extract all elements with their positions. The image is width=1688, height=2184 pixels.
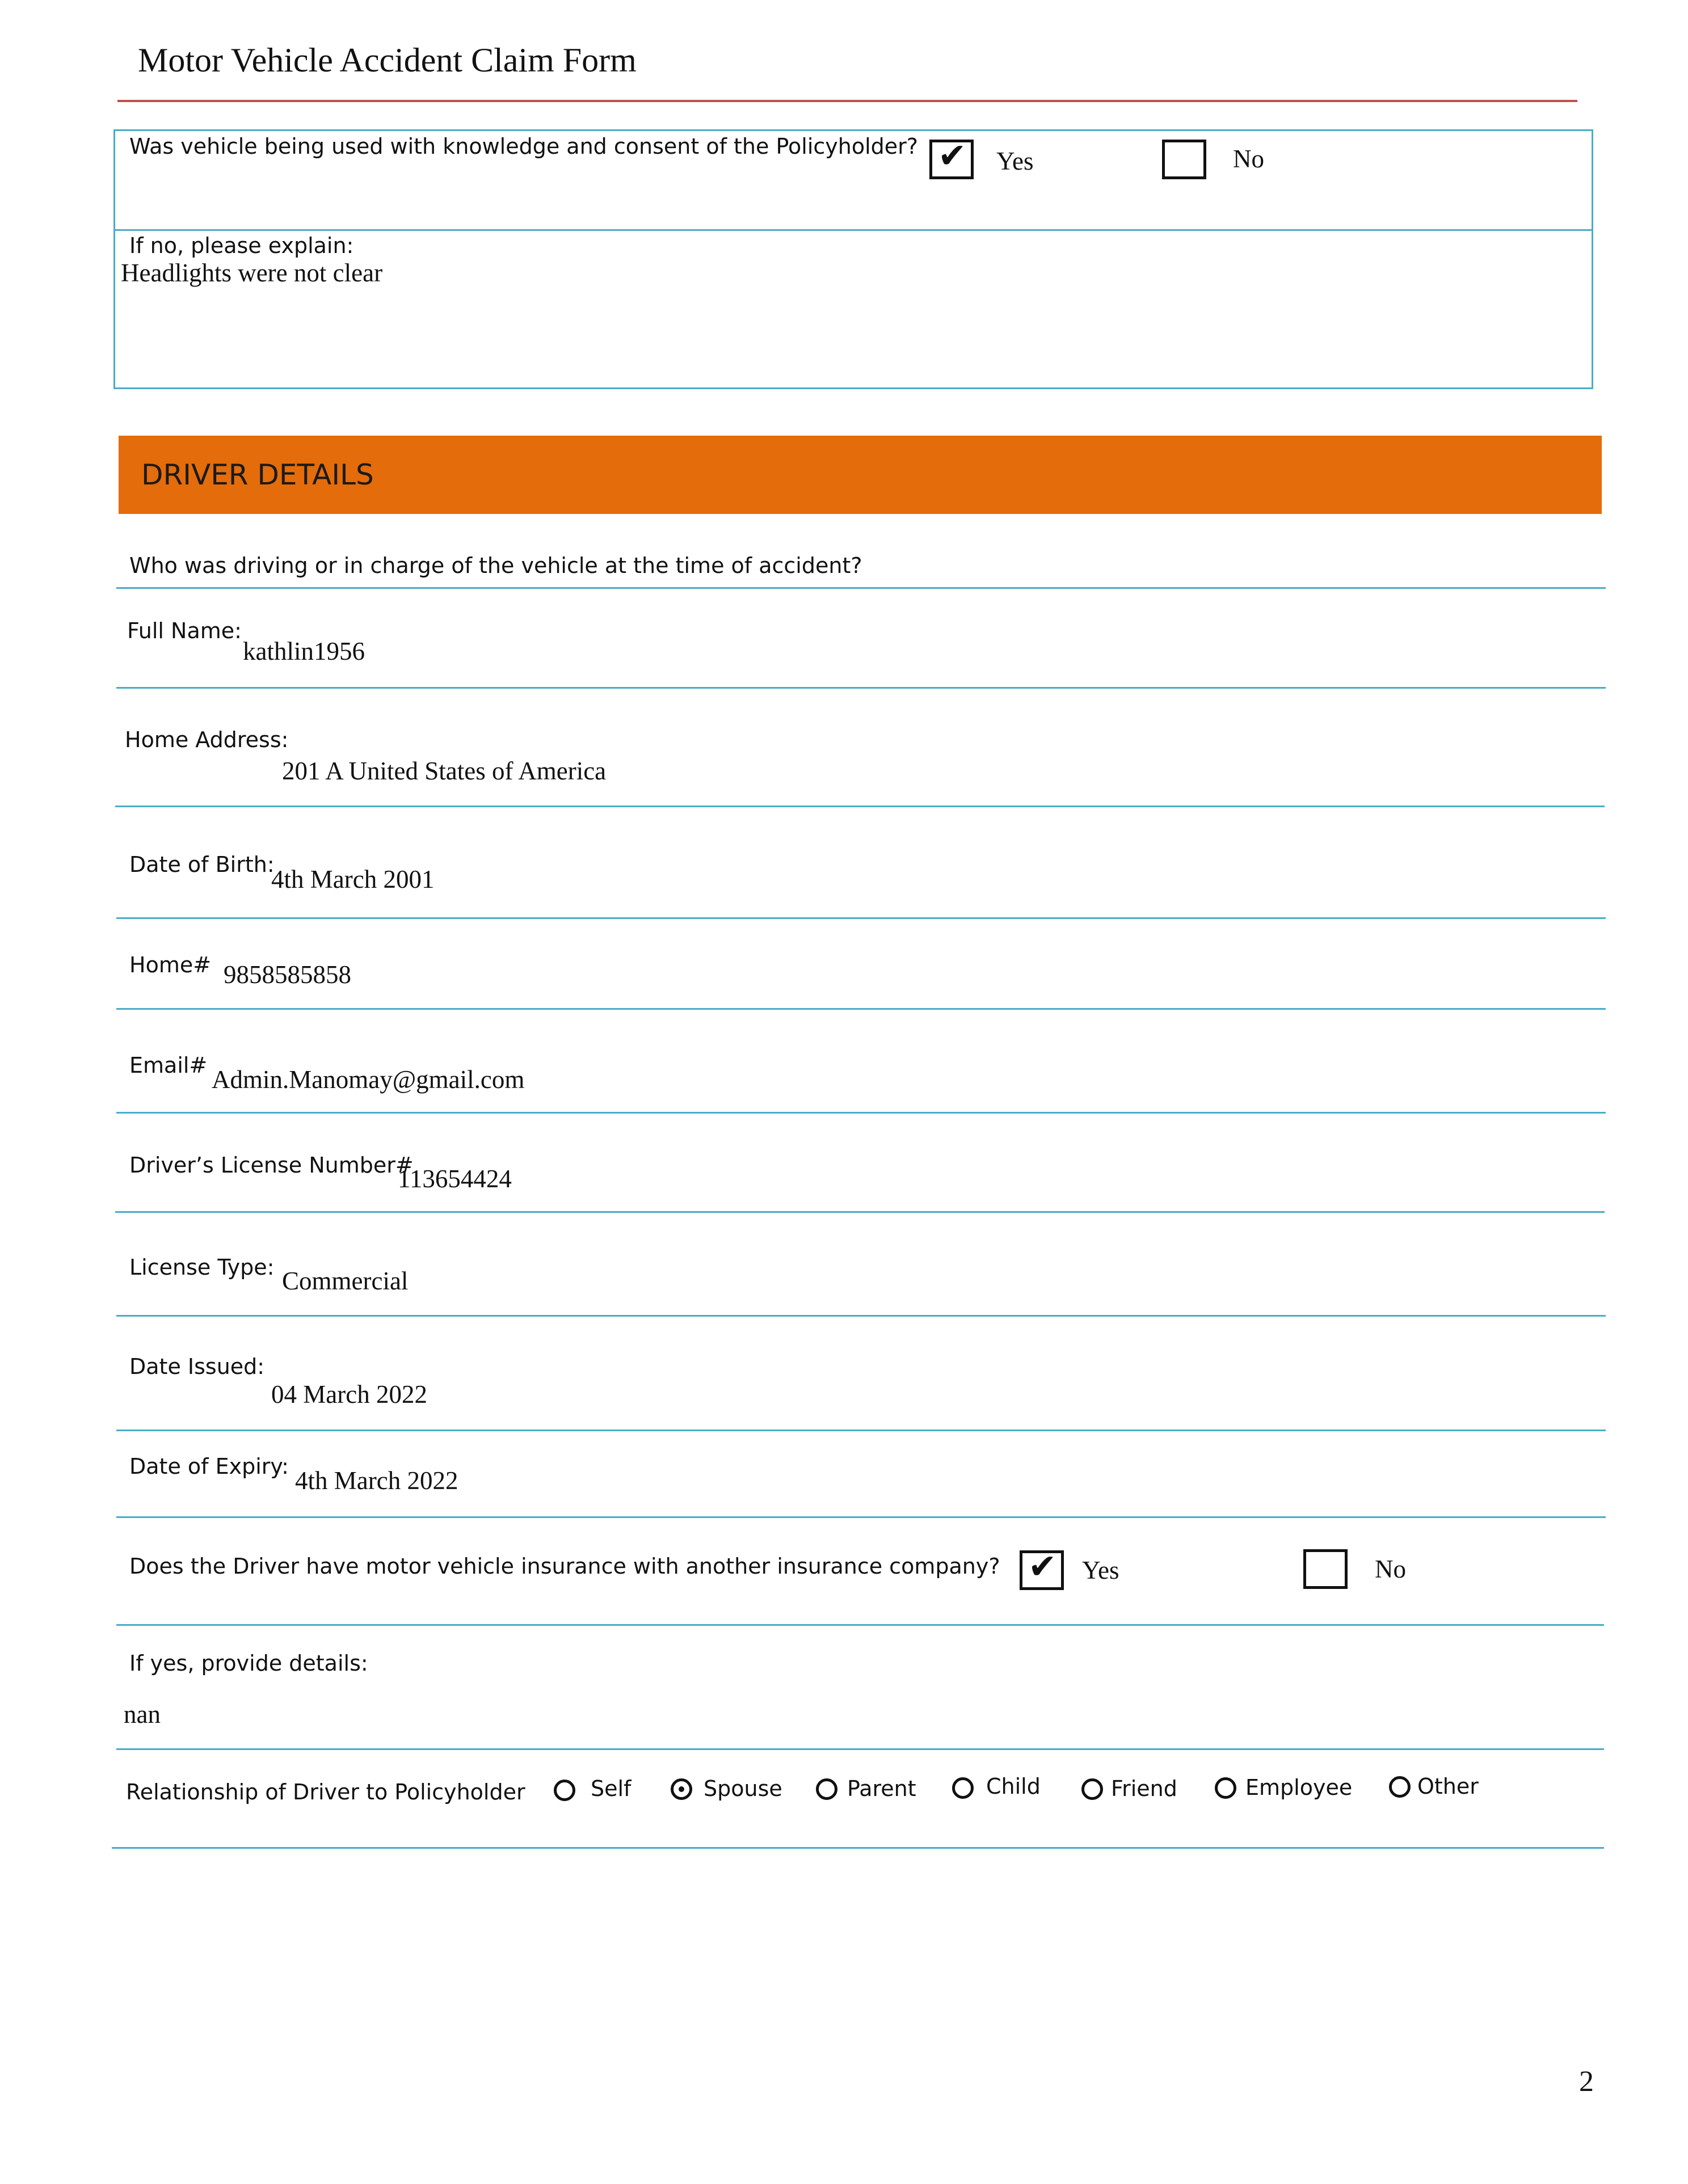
option-spouse-label: Spouse xyxy=(704,1776,782,1801)
row-divider xyxy=(116,1624,1604,1626)
relationship-label: Relationship of Driver to Policyholder xyxy=(126,1780,525,1804)
row-divider xyxy=(115,1211,1605,1213)
consent-no-checkbox[interactable] xyxy=(1162,140,1206,179)
dob-label: Date of Birth: xyxy=(129,852,275,877)
license-number-value[interactable]: 113654424 xyxy=(398,1164,512,1194)
license-type-value[interactable]: Commercial xyxy=(282,1266,408,1296)
row-divider xyxy=(116,1430,1606,1431)
radio-parent[interactable] xyxy=(816,1778,837,1800)
row-divider xyxy=(116,1315,1606,1317)
other-insurance-yes-checkbox[interactable]: ✔ xyxy=(1020,1550,1064,1590)
consent-no-label: No xyxy=(1233,145,1264,173)
driver-details-heading: DRIVER DETAILS xyxy=(141,458,374,491)
radio-self[interactable] xyxy=(554,1780,575,1801)
row-divider xyxy=(116,1516,1606,1518)
date-expiry-label: Date of Expiry: xyxy=(129,1454,289,1479)
home-address-label: Home Address: xyxy=(125,727,289,752)
row-divider xyxy=(116,1748,1604,1750)
home-address-value[interactable]: 201 A United States of America xyxy=(282,756,606,786)
radio-spouse[interactable] xyxy=(671,1778,692,1800)
email-value[interactable]: Admin.Manomay@gmail.com xyxy=(212,1065,524,1094)
email-label: Email# xyxy=(129,1053,208,1078)
page-number: 2 xyxy=(1579,2065,1594,2098)
option-employee-label: Employee xyxy=(1245,1775,1353,1800)
row-divider xyxy=(112,1847,1604,1849)
explain-label: If no, please explain: xyxy=(129,233,354,258)
details-value[interactable]: nan xyxy=(124,1700,161,1729)
driver-intro: Who was driving or in charge of the vehi… xyxy=(129,553,862,578)
row-divider xyxy=(116,587,1606,589)
full-name-value[interactable]: kathlin1956 xyxy=(243,636,365,666)
row-divider xyxy=(116,1008,1606,1010)
option-other-label: Other xyxy=(1417,1774,1479,1799)
date-issued-label: Date Issued: xyxy=(129,1354,265,1379)
option-child-label: Child xyxy=(986,1774,1041,1799)
license-type-label: License Type: xyxy=(129,1255,275,1280)
radio-child[interactable] xyxy=(952,1777,974,1799)
consent-yes-label: Yes xyxy=(996,147,1034,175)
consent-question: Was vehicle being used with knowledge an… xyxy=(129,134,918,159)
consent-divider xyxy=(113,229,1593,231)
other-insurance-no-checkbox[interactable] xyxy=(1303,1549,1348,1589)
other-insurance-question: Does the Driver have motor vehicle insur… xyxy=(129,1554,1000,1579)
row-divider xyxy=(116,1112,1606,1114)
radio-other[interactable] xyxy=(1389,1776,1411,1798)
home-phone-label: Home# xyxy=(129,952,212,977)
full-name-label: Full Name: xyxy=(127,618,242,643)
explain-value[interactable]: Headlights were not clear xyxy=(121,258,382,288)
option-friend-label: Friend xyxy=(1111,1776,1177,1801)
driver-details-banner: DRIVER DETAILS xyxy=(119,436,1602,514)
check-mark-icon: ✔ xyxy=(1028,1547,1057,1587)
row-divider xyxy=(115,806,1605,807)
row-divider xyxy=(116,917,1606,919)
other-insurance-yes-label: Yes xyxy=(1082,1556,1119,1584)
dob-value[interactable]: 4th March 2001 xyxy=(271,865,434,894)
home-phone-value[interactable]: 9858585858 xyxy=(224,960,351,989)
other-insurance-no-label: No xyxy=(1375,1555,1406,1583)
license-number-label: Driver’s License Number# xyxy=(129,1153,414,1178)
radio-friend[interactable] xyxy=(1081,1778,1103,1800)
row-divider xyxy=(116,687,1606,689)
date-expiry-value[interactable]: 4th March 2022 xyxy=(295,1466,458,1495)
form-title: Motor Vehicle Accident Claim Form xyxy=(138,41,637,79)
date-issued-value[interactable]: 04 March 2022 xyxy=(271,1380,427,1409)
details-label: If yes, provide details: xyxy=(129,1651,368,1676)
option-parent-label: Parent xyxy=(847,1776,916,1801)
option-self-label: Self xyxy=(591,1776,632,1801)
check-mark-icon: ✔ xyxy=(938,136,967,176)
consent-yes-checkbox[interactable]: ✔ xyxy=(929,136,974,179)
title-divider xyxy=(117,100,1577,102)
radio-selected-dot xyxy=(679,1786,684,1792)
radio-employee[interactable] xyxy=(1215,1777,1236,1799)
